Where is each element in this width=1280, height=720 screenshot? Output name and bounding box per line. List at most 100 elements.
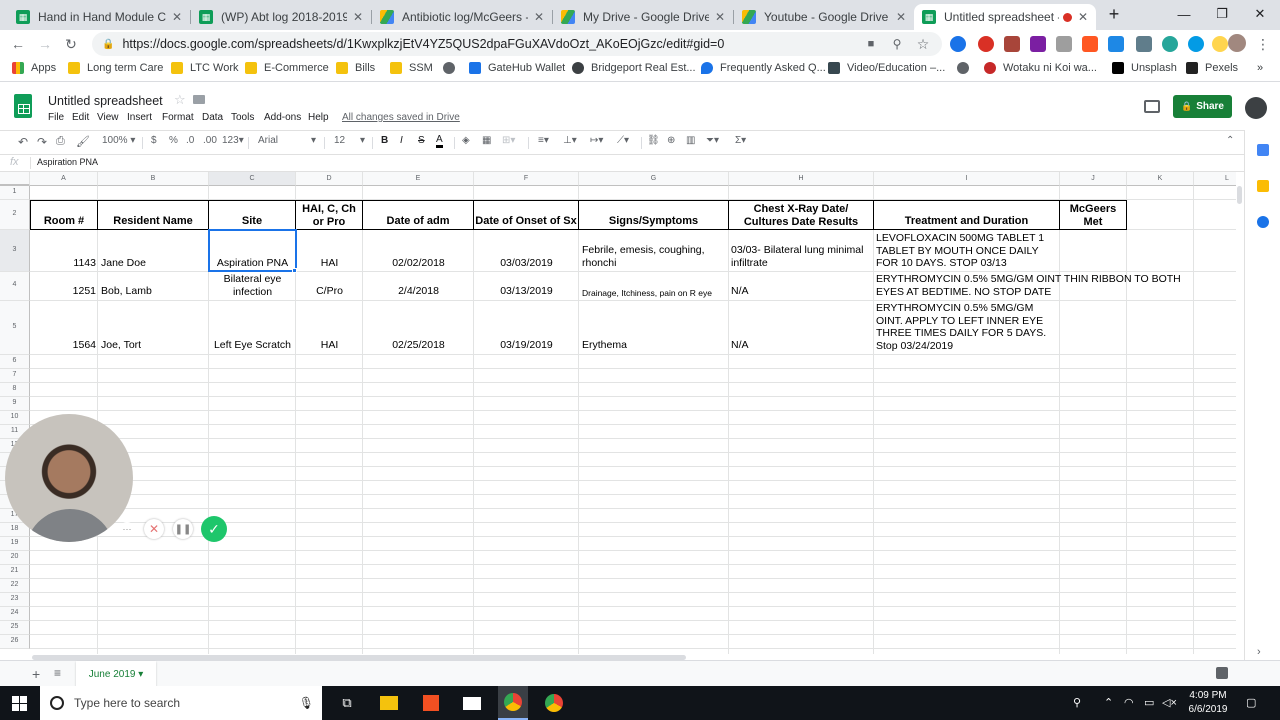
- menu-help[interactable]: Help: [308, 112, 329, 123]
- sheet-tab[interactable]: June 2019 ▾: [76, 661, 156, 687]
- extension-icon[interactable]: [978, 36, 994, 52]
- microphone-icon[interactable]: 🎙: [299, 696, 314, 710]
- account-avatar[interactable]: [1245, 97, 1267, 119]
- column-header[interactable]: L: [1194, 172, 1236, 186]
- menu-addons[interactable]: Add-ons: [264, 112, 301, 123]
- header-cell-site[interactable]: Site: [208, 200, 296, 230]
- functions-icon[interactable]: Σ▾: [735, 135, 746, 146]
- cell-room[interactable]: 1564: [30, 339, 96, 352]
- address-bar[interactable]: 🔒 https://docs.google.com/spreadsheets/d…: [92, 32, 942, 56]
- camera-icon[interactable]: ■: [862, 35, 880, 53]
- column-header[interactable]: B: [98, 172, 209, 186]
- increase-decimal-button[interactable]: .00: [203, 135, 217, 146]
- close-tab-icon[interactable]: ✕: [172, 10, 182, 24]
- row-header[interactable]: 21: [0, 565, 30, 579]
- row-header[interactable]: 26: [0, 635, 30, 649]
- store-icon[interactable]: [423, 695, 439, 711]
- fill-color-icon[interactable]: ◈: [462, 135, 470, 146]
- menu-file[interactable]: File: [48, 112, 64, 123]
- paint-format-icon[interactable]: 🖌: [76, 135, 90, 148]
- bookmarks-overflow-icon[interactable]: »: [1257, 62, 1263, 74]
- bookmark-folder[interactable]: E-Commerce: [245, 62, 329, 74]
- insert-comment-icon[interactable]: ⊕: [667, 135, 675, 146]
- row-header[interactable]: 7: [0, 369, 30, 383]
- header-cell-hai[interactable]: HAI, C, Ch or Pro: [295, 200, 363, 230]
- bookmark-folder[interactable]: Long term Care: [68, 62, 163, 74]
- decrease-decimal-button[interactable]: .0: [186, 135, 194, 146]
- filter-icon[interactable]: ⏷▾: [706, 135, 719, 146]
- column-header[interactable]: I: [874, 172, 1060, 186]
- extension-icon[interactable]: [1056, 36, 1072, 52]
- cell-xray[interactable]: 03/03- Bilateral lung minimal infiltrate: [731, 244, 872, 269]
- extension-icon[interactable]: [1004, 36, 1020, 52]
- insert-link-icon[interactable]: ⛓: [647, 135, 660, 146]
- bookmark-link[interactable]: [443, 62, 462, 74]
- merge-cells-icon[interactable]: ⊞▾: [502, 135, 515, 146]
- cell-signs[interactable]: Febrile, emesis, coughing, rhonchi: [582, 244, 726, 269]
- cell-room[interactable]: 1143: [30, 257, 96, 270]
- bookmark-folder[interactable]: SSM: [390, 62, 433, 74]
- column-header[interactable]: C: [209, 172, 296, 186]
- header-cell-mcgeers[interactable]: McGeers Met: [1059, 200, 1127, 230]
- more-formats-select[interactable]: 123▾: [222, 135, 244, 146]
- browser-tab[interactable]: My Drive - Google Drive ✕: [553, 4, 733, 30]
- cell-room[interactable]: 1251: [30, 285, 96, 298]
- close-window-button[interactable]: ✕: [1246, 4, 1274, 24]
- document-title[interactable]: Untitled spreadsheet: [48, 94, 163, 108]
- bookmark-link[interactable]: Unsplash: [1112, 62, 1177, 74]
- column-header[interactable]: G: [579, 172, 729, 186]
- cell-signs[interactable]: Erythema: [582, 339, 726, 352]
- font-family-select[interactable]: Arial ▾: [258, 135, 318, 146]
- vertical-align-icon[interactable]: ⊥▾: [563, 135, 577, 146]
- header-cell-date-onset[interactable]: Date of Onset of Sx: [473, 200, 579, 230]
- cell-treatment[interactable]: ERYTHROMYCIN 0.5% 5MG/GM OINT. APPLY TO …: [876, 302, 1058, 352]
- cell-hai[interactable]: C/Pro: [296, 285, 363, 298]
- bookmark-folder[interactable]: Bills: [336, 62, 375, 74]
- text-color-button[interactable]: A: [436, 135, 443, 148]
- cancel-recording-icon[interactable]: ✕: [144, 519, 164, 539]
- row-header[interactable]: 23: [0, 593, 30, 607]
- row-header[interactable]: 8: [0, 383, 30, 397]
- share-button[interactable]: 🔒 Share: [1173, 95, 1232, 118]
- close-tab-icon[interactable]: ✕: [1078, 10, 1088, 24]
- minimize-button[interactable]: —: [1170, 4, 1198, 24]
- zoom-select[interactable]: 100% ▾: [102, 135, 135, 146]
- expand-panel-icon[interactable]: ›: [1257, 646, 1261, 658]
- bookmark-link[interactable]: Bridgeport Real Est...: [572, 62, 696, 74]
- all-sheets-icon[interactable]: ≡: [54, 666, 61, 680]
- redo-icon[interactable]: ↷: [37, 135, 47, 149]
- menu-data[interactable]: Data: [202, 112, 223, 123]
- insert-chart-icon[interactable]: ▥: [686, 135, 695, 146]
- new-tab-button[interactable]: +: [1100, 4, 1128, 24]
- mail-icon[interactable]: [463, 696, 481, 710]
- cell-date-onset[interactable]: 03/13/2019: [474, 285, 579, 298]
- row-header[interactable]: 9: [0, 397, 30, 411]
- explore-icon[interactable]: [1216, 667, 1228, 679]
- chrome-icon[interactable]: [504, 693, 522, 711]
- cell-hai[interactable]: HAI: [296, 257, 363, 270]
- chrome-icon[interactable]: [545, 694, 563, 712]
- menu-format[interactable]: Format: [162, 112, 194, 123]
- finish-recording-icon[interactable]: ✓: [201, 516, 227, 542]
- browser-tab[interactable]: ▦ (WP) Abt log 2018-2019 - Go ✕: [191, 4, 371, 30]
- close-tab-icon[interactable]: ✕: [896, 10, 906, 24]
- cell-date-adm[interactable]: 02/02/2018: [363, 257, 474, 270]
- cell-signs[interactable]: Drainage, Itchiness, pain on R eye: [582, 287, 728, 300]
- comments-icon[interactable]: [1144, 100, 1160, 113]
- cell-date-onset[interactable]: 03/03/2019: [474, 257, 579, 270]
- row-header[interactable]: 19: [0, 537, 30, 551]
- text-rotation-icon[interactable]: ⟋▾: [617, 135, 629, 146]
- cell-date-adm[interactable]: 02/25/2018: [363, 339, 474, 352]
- calendar-icon[interactable]: [1257, 144, 1269, 156]
- font-size-select[interactable]: 12 ▾: [334, 135, 368, 146]
- row-header[interactable]: 22: [0, 579, 30, 593]
- tasks-icon[interactable]: [1257, 216, 1269, 228]
- bookmark-link[interactable]: Frequently Asked Q...: [701, 62, 826, 74]
- bookmark-star-icon[interactable]: ☆: [914, 35, 932, 53]
- select-all-corner[interactable]: [0, 172, 30, 187]
- column-header[interactable]: H: [729, 172, 874, 186]
- cell-resident[interactable]: Bob, Lamb: [101, 285, 207, 298]
- row-header[interactable]: 10: [0, 411, 30, 425]
- fill-handle[interactable]: [292, 268, 297, 273]
- zoom-icon[interactable]: ⚲: [888, 35, 906, 53]
